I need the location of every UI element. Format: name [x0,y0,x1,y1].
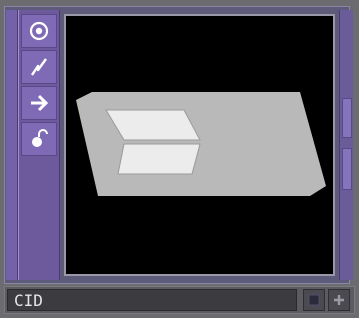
square-button[interactable] [303,289,325,311]
plus-icon [334,295,344,305]
unlock-button[interactable] [21,122,57,156]
grey-plane [76,92,326,196]
arrow-right-button[interactable] [21,86,57,120]
lightning-button[interactable] [21,50,57,84]
node-name-field[interactable] [7,289,297,311]
add-button[interactable] [328,289,350,311]
node-toolbar [18,10,60,280]
scroll-thumb-upper[interactable] [342,98,352,138]
unlock-icon [32,129,48,147]
lower-panel [117,143,201,175]
right-scrollbar[interactable] [339,10,353,280]
target-icon [29,21,49,41]
node-window [0,0,359,318]
scroll-thumb-lower[interactable] [342,148,352,190]
arrow-right-icon [31,94,49,112]
left-handle-strip[interactable] [6,10,18,280]
square-icon [308,294,320,306]
target-button[interactable] [21,14,57,48]
lightning-icon [31,58,47,76]
3d-viewport[interactable] [64,14,335,276]
viewport-render [76,92,326,196]
bottom-bar [4,286,355,314]
